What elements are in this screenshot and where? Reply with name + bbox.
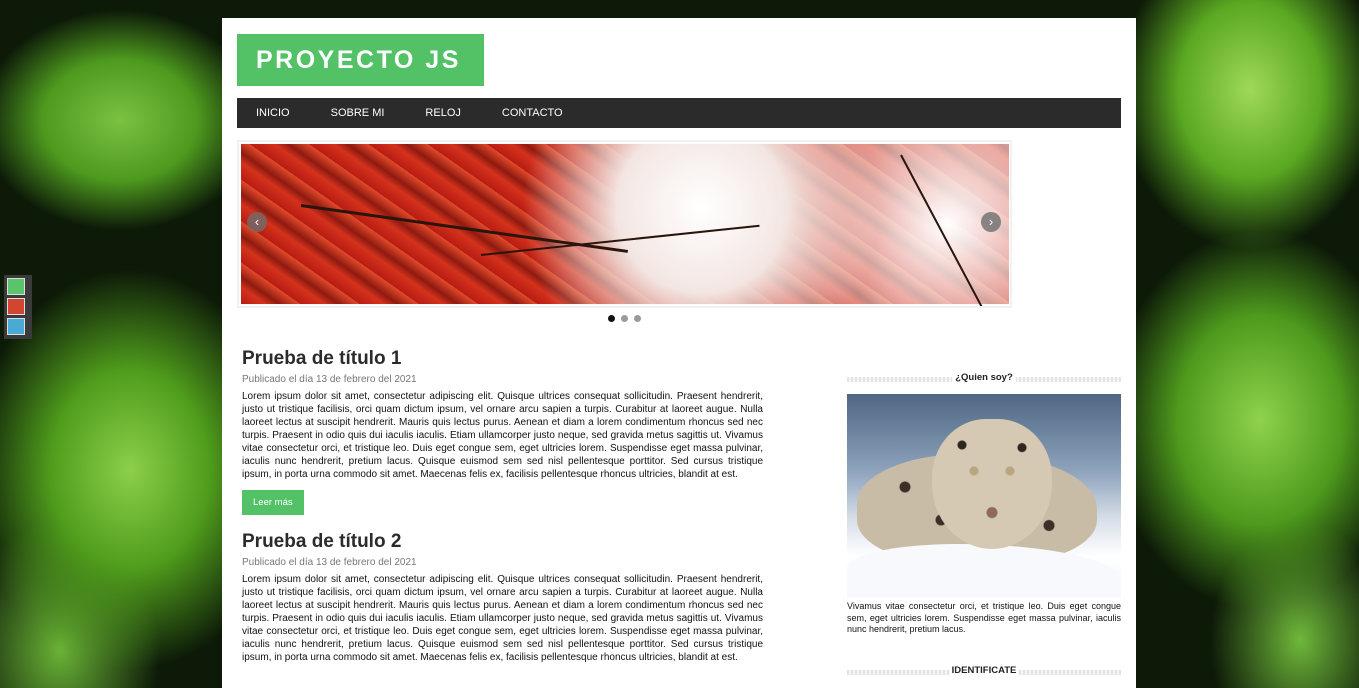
article-excerpt: Lorem ipsum dolor sit amet, consectetur … <box>242 574 763 663</box>
login-title-text: IDENTIFICATE <box>948 664 1020 676</box>
article-date: Publicado el día 13 de febrero del 2021 <box>242 557 417 568</box>
site-logo[interactable]: PROYECTO JS <box>237 34 484 86</box>
main-menu: INICIO SOBRE MI RELOJ CONTACTO <box>237 98 1121 128</box>
article-item: Prueba de título 1 Publicado el día 13 d… <box>242 348 763 515</box>
branch-shape <box>900 154 987 306</box>
slider-dot-1[interactable] <box>608 315 615 322</box>
leopard-head-shape <box>932 419 1052 549</box>
slide-image-red-leaves <box>241 144 1009 306</box>
menu-item-sobre-mi[interactable]: SOBRE MI <box>331 107 385 119</box>
red-theme-swatch[interactable] <box>7 298 25 315</box>
about-title-text: ¿Quien soy? <box>952 372 1016 383</box>
articles-list: Prueba de título 1 Publicado el día 13 d… <box>242 348 763 680</box>
green-theme-swatch[interactable] <box>7 278 25 295</box>
image-slider: ‹ › <box>237 140 1012 308</box>
login-widget-title: IDENTIFICATE <box>847 664 1121 679</box>
article-title[interactable]: Prueba de título 2 <box>242 531 763 553</box>
blue-theme-swatch[interactable] <box>7 318 25 335</box>
chevron-right-icon[interactable]: › <box>981 212 1001 232</box>
article-title[interactable]: Prueba de título 1 <box>242 348 763 370</box>
article-item: Prueba de título 2 Publicado el día 13 d… <box>242 531 763 664</box>
menu-item-contacto[interactable]: CONTACTO <box>502 107 563 119</box>
theme-color-switcher <box>4 275 32 339</box>
article-date: Publicado el día 13 de febrero del 2021 <box>242 374 417 385</box>
menu-item-inicio[interactable]: INICIO <box>256 107 290 119</box>
page-container: PROYECTO JS INICIO SOBRE MI RELOJ CONTAC… <box>222 18 1136 688</box>
chevron-left-icon[interactable]: ‹ <box>247 212 267 232</box>
slider-pagination <box>608 315 641 322</box>
snow-shape <box>847 544 1121 598</box>
sidebar: ¿Quien soy? Vivamus vitae consectetur or… <box>847 372 1121 679</box>
about-widget-title: ¿Quien soy? <box>847 372 1121 386</box>
profile-image-snow-leopard <box>847 394 1121 598</box>
slider-dot-3[interactable] <box>634 315 641 322</box>
about-text: Vivamus vitae consectetur orci, et trist… <box>847 601 1121 634</box>
read-more-button[interactable]: Leer más <box>242 490 304 515</box>
article-excerpt: Lorem ipsum dolor sit amet, consectetur … <box>242 391 763 480</box>
slider-dot-2[interactable] <box>621 315 628 322</box>
menu-item-reloj[interactable]: RELOJ <box>425 107 460 119</box>
